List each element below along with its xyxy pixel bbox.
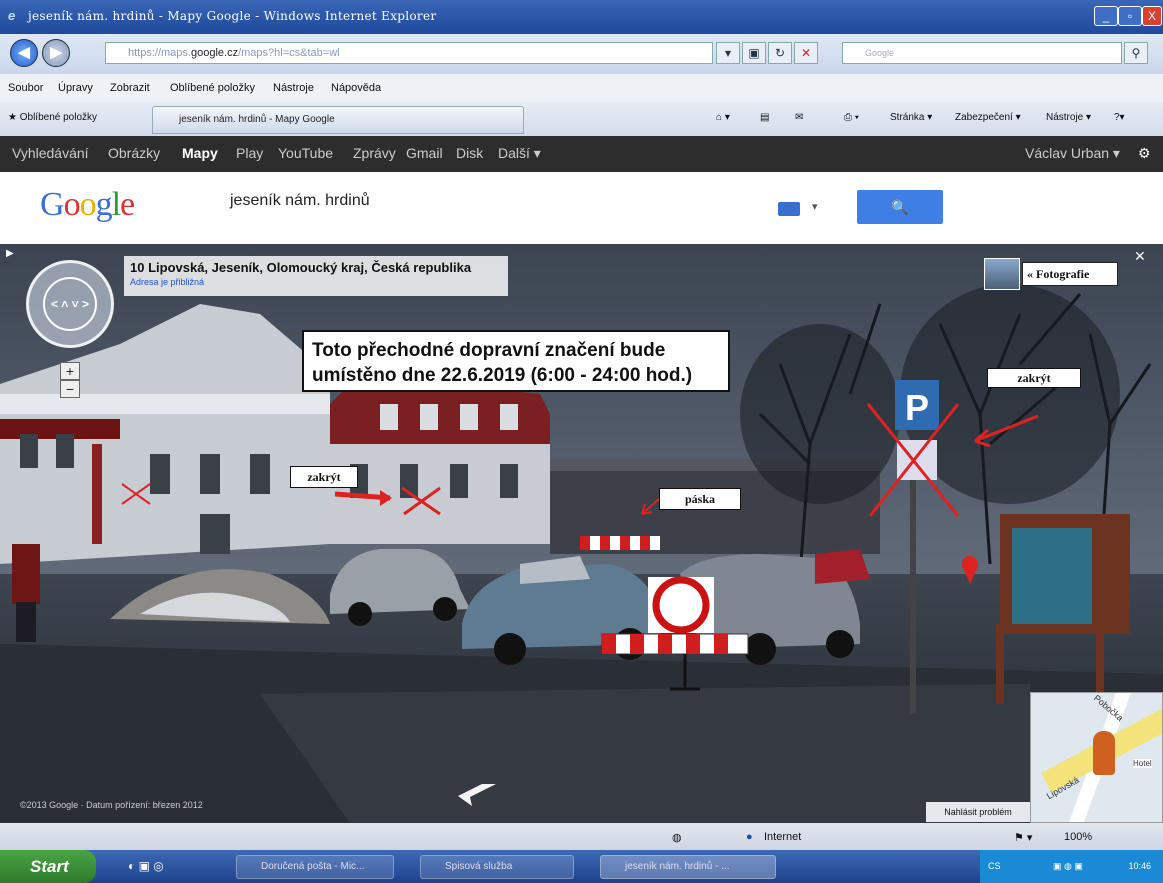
menu-stranka[interactable]: Stránka ▾	[890, 112, 932, 123]
tray-icons[interactable]: ▣ ◍ ▣	[1053, 861, 1083, 871]
pegman-icon[interactable]	[1093, 731, 1115, 775]
mail-icon[interactable]: ✉	[795, 112, 803, 123]
gbar-vyhledavani[interactable]: Vyhledávání	[12, 145, 89, 161]
task-spisova[interactable]: Spisová služba	[420, 855, 574, 879]
search-button[interactable]: 🔍	[857, 190, 943, 224]
ie-logo-icon: e	[8, 8, 16, 23]
home-icon[interactable]: ⌂ ▾	[716, 112, 730, 123]
browser-tab[interactable]: jeseník nám. hrdinů - Mapy Google	[152, 106, 524, 134]
zoom-out-button[interactable]: −	[60, 380, 80, 398]
map-label: Hotel	[1133, 759, 1152, 768]
help-icon[interactable]: ?▾	[1114, 112, 1125, 123]
street-view[interactable]: P ▶ ✕ 10 Lipovská, Jeseník, Olomoucký kr…	[0, 244, 1163, 823]
language-indicator[interactable]: CS	[988, 861, 1001, 871]
gbar-obrazky[interactable]: Obrázky	[108, 145, 160, 161]
search-input[interactable]: jeseník nám. hrdinů	[230, 192, 370, 210]
pan-control[interactable]: < ˄ ˅ >	[26, 260, 114, 348]
task-mail[interactable]: Doručená pošta - Mic...	[236, 855, 394, 879]
location-address: 10 Lipovská, Jeseník, Olomoucký kraj, Če…	[130, 260, 472, 275]
notice-box: Toto přechodné dopravní značení bude umí…	[302, 330, 730, 392]
favorites-bar: ★ Oblíbené položky jeseník nám. hrdinů -…	[0, 102, 1163, 136]
quicklaunch-icons[interactable]: ◐ ▣ ◎	[128, 859, 164, 873]
window-title-bar: e jeseník nám. hrdinů - Mapy Google - Wi…	[0, 0, 1163, 34]
favorites-label: Oblíbené položky	[19, 112, 98, 123]
gbar-zpravy[interactable]: Zprávy	[353, 145, 396, 161]
status-extra-icon[interactable]: ⚑ ▾	[1014, 831, 1032, 844]
report-problem-link[interactable]: Nahlásit problém	[926, 802, 1030, 822]
mini-map[interactable]: Pobočka Lipovská Hotel	[1030, 692, 1163, 823]
search-icon[interactable]: ⚲	[1124, 42, 1148, 64]
compatibility-icon[interactable]: ▣	[742, 42, 766, 64]
photos-label[interactable]: « Fotografie	[1022, 262, 1118, 286]
forward-button[interactable]: ▶	[42, 39, 70, 67]
window-title: jeseník nám. hrdinů - Mapy Google - Wind…	[28, 9, 437, 23]
gbar-play[interactable]: Play	[236, 145, 263, 161]
keyboard-dropdown-icon[interactable]: ▾	[812, 200, 818, 213]
print-icon[interactable]: ⎙ ▾	[844, 112, 859, 123]
menu-upravy[interactable]: Úpravy	[58, 82, 93, 94]
favorites-button[interactable]: ★ Oblíbené položky	[8, 112, 97, 123]
location-box: 10 Lipovská, Jeseník, Olomoucký kraj, Če…	[124, 256, 508, 296]
system-tray: CS ▣ ◍ ▣ 10:46	[980, 850, 1163, 883]
task-browser[interactable]: jeseník nám. hrdinů - ...	[600, 855, 776, 879]
search-provider-input[interactable]: Google	[842, 42, 1122, 64]
google-header: Google jeseník nám. hrdinů ▾ 🔍	[0, 172, 1163, 244]
minimize-button[interactable]: _	[1094, 6, 1118, 26]
label-cover-right: zakrýt	[987, 368, 1081, 388]
menu-napoveda[interactable]: Nápověda	[331, 82, 381, 94]
taskbar: Start ◐ ▣ ◎ Doručená pošta - Mic... Spis…	[0, 850, 1163, 883]
label-tape: páska	[659, 488, 741, 510]
gbar-mapy[interactable]: Mapy	[182, 145, 218, 161]
menu-soubor[interactable]: Soubor	[8, 82, 43, 94]
protected-mode-icon[interactable]: ◍	[672, 831, 682, 844]
menu-bar: Soubor Úpravy Zobrazit Oblíbené položky …	[0, 74, 1163, 102]
svg-text:P: P	[905, 387, 929, 428]
user-name[interactable]: Václav Urban ▾	[1025, 145, 1120, 162]
location-approx-link[interactable]: Adresa je přibližná	[130, 277, 502, 287]
compass-arrows-icon[interactable]: < ˄ ˅ >	[43, 277, 97, 331]
copyright-text: ©2013 Google · Datum pořízení: březen 20…	[20, 800, 203, 810]
zoom-in-button[interactable]: +	[60, 362, 80, 380]
photo-thumbnail-icon[interactable]	[984, 258, 1020, 290]
menu-zobrazit[interactable]: Zobrazit	[110, 82, 150, 94]
security-zone: Internet	[764, 831, 802, 843]
close-icon[interactable]: ✕	[1134, 248, 1146, 265]
maximize-button[interactable]: ▫	[1118, 6, 1142, 26]
keyboard-icon[interactable]	[778, 202, 800, 216]
address-toolbar: ◀ ▶ https://maps.google.cz/maps?hl=cs&ta…	[0, 34, 1163, 74]
url-input[interactable]: https://maps.google.cz/maps?hl=cs&tab=wl	[105, 42, 713, 64]
gbar-gmail[interactable]: Gmail	[406, 145, 443, 161]
gbar-youtube[interactable]: YouTube	[278, 145, 333, 161]
menu-nastroje-cmd[interactable]: Nástroje ▾	[1046, 112, 1091, 123]
google-logo[interactable]: Google	[40, 186, 135, 224]
address-dropdown-button[interactable]: ▾	[716, 42, 740, 64]
menu-zabezpeceni[interactable]: Zabezpečení ▾	[955, 112, 1021, 123]
menu-nastroje[interactable]: Nástroje	[273, 82, 314, 94]
refresh-icon[interactable]: ↻	[768, 42, 792, 64]
clock: 10:46	[1128, 861, 1151, 871]
menu-oblibene[interactable]: Oblíbené položky	[170, 82, 255, 94]
start-button[interactable]: Start	[0, 850, 96, 883]
google-bar: Vyhledávání Obrázky Mapy Play YouTube Zp…	[0, 136, 1163, 172]
gear-icon[interactable]: ⚙	[1138, 145, 1151, 162]
stop-icon[interactable]: ✕	[794, 42, 818, 64]
photos-toggle[interactable]: « Fotografie	[984, 258, 1118, 290]
label-cover-left: zakrýt	[290, 466, 358, 488]
back-button[interactable]: ◀	[10, 39, 38, 67]
status-bar: ◍ ● Internet ⚑ ▾ 100%	[0, 823, 1163, 850]
zoom-level[interactable]: 100%	[1064, 831, 1092, 843]
collapse-panel-icon[interactable]: ▶	[6, 248, 14, 259]
gbar-disk[interactable]: Disk	[456, 145, 483, 161]
feeds-icon[interactable]: ▤	[760, 112, 769, 123]
globe-icon: ●	[746, 831, 753, 843]
close-button[interactable]: X	[1142, 6, 1162, 26]
gbar-dalsi[interactable]: Další ▾	[498, 145, 541, 162]
